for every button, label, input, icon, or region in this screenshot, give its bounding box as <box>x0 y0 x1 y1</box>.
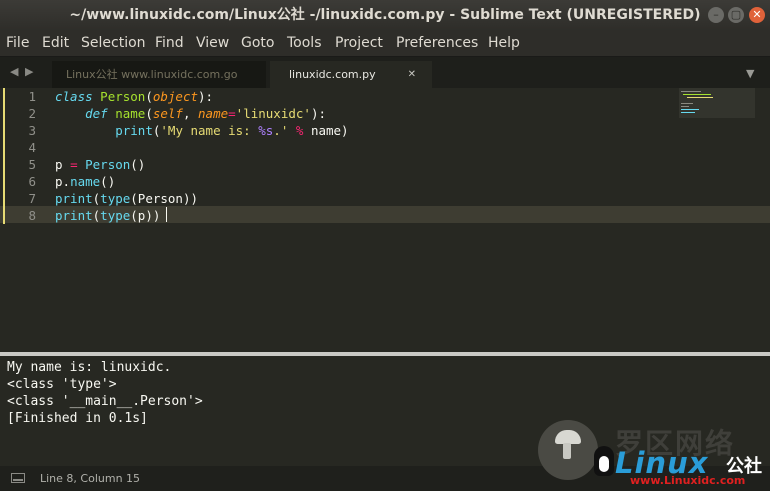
maximize-icon[interactable]: ▢ <box>728 7 744 23</box>
code-line: p.name() <box>55 174 116 189</box>
window-title: ~/www.linuxidc.com/Linux公社 -/linuxidc.co… <box>69 7 701 23</box>
menu-project[interactable]: Project <box>335 31 383 56</box>
line-number: 7 <box>28 191 36 206</box>
watermark-mushroom-icon <box>555 430 581 444</box>
code-line: class Person(object): <box>55 89 214 104</box>
tab-close-icon[interactable]: ✕ <box>408 61 416 88</box>
watermark-mushroom-stem <box>563 443 571 459</box>
minimap[interactable] <box>679 88 755 118</box>
tab-label: linuxidc.com.py <box>289 68 376 81</box>
line-number: 1 <box>28 89 36 104</box>
tab-label: Linux公社 www.linuxidc.com.go <box>66 68 238 81</box>
menu-find[interactable]: Find <box>155 31 184 56</box>
menu-goto[interactable]: Goto <box>241 31 274 56</box>
menu-file[interactable]: File <box>6 31 29 56</box>
menu-preferences[interactable]: Preferences <box>396 31 478 56</box>
code-line: print('My name is: %s.' % name) <box>115 123 349 138</box>
tab-prev-icon[interactable]: ◀ <box>10 65 18 78</box>
line-number: 2 <box>28 106 36 121</box>
panel-toggle-icon[interactable] <box>11 473 25 483</box>
code-line: print(type(p)) <box>55 208 161 223</box>
tab-bar: ◀ ▶ Linux公社 www.linuxidc.com.go linuxidc… <box>0 57 770 88</box>
tab-linuxidc-py[interactable]: linuxidc.com.py ✕ <box>270 61 432 88</box>
text-caret <box>166 207 167 222</box>
tux-penguin-icon <box>594 446 614 476</box>
line-number: 5 <box>28 157 36 172</box>
code-line: print(type(Person)) <box>55 191 199 206</box>
tab-dropdown-icon[interactable]: ▼ <box>746 67 754 80</box>
tab-next-icon[interactable]: ▶ <box>25 65 33 78</box>
line-number: 3 <box>28 123 36 138</box>
menu-edit[interactable]: Edit <box>42 31 69 56</box>
menu-tools[interactable]: Tools <box>287 31 322 56</box>
title-bar: ~/www.linuxidc.com/Linux公社 -/linuxidc.co… <box>0 0 770 31</box>
output-line: My name is: linuxidc. <box>7 360 172 375</box>
code-editor[interactable]: 1 2 3 4 5 6 7 8 class Person(object): de… <box>0 88 770 352</box>
output-line: <class 'type'> <box>7 377 117 392</box>
menu-bar: File Edit Selection Find View Goto Tools… <box>0 31 770 57</box>
minimize-icon[interactable]: – <box>708 7 724 23</box>
menu-help[interactable]: Help <box>488 31 520 56</box>
menu-selection[interactable]: Selection <box>81 31 146 56</box>
output-line: <class '__main__.Person'> <box>7 394 203 409</box>
watermark-url: www.Linuxidc.com <box>630 474 746 487</box>
close-window-icon[interactable]: ✕ <box>749 7 765 23</box>
output-line: [Finished in 0.1s] <box>7 411 148 426</box>
line-number: 8 <box>28 208 36 223</box>
code-line: p = Person() <box>55 157 146 172</box>
menu-view[interactable]: View <box>196 31 229 56</box>
tab-linuxidc-go[interactable]: Linux公社 www.linuxidc.com.go <box>52 61 266 88</box>
line-number: 6 <box>28 174 36 189</box>
cursor-position: Line 8, Column 15 <box>40 472 141 485</box>
line-number: 4 <box>28 140 36 155</box>
code-line: def name(self, name='linuxidc'): <box>85 106 326 121</box>
